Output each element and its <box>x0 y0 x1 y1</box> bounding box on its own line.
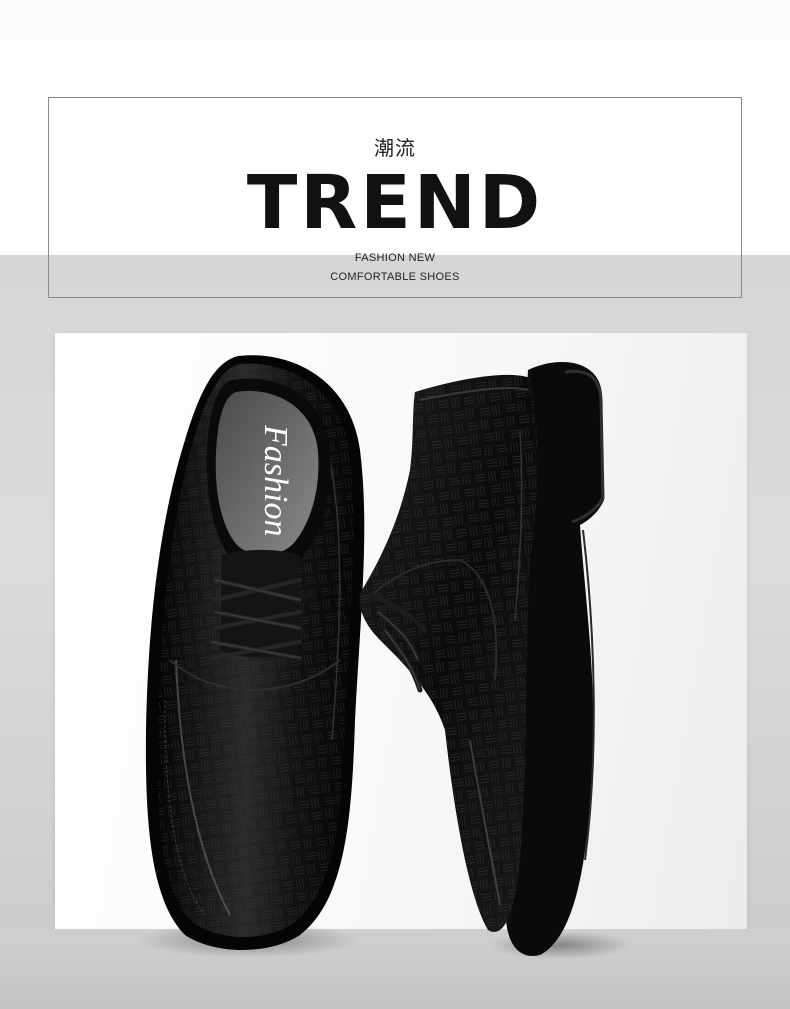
shoes-illustration: Fashion <box>138 355 630 959</box>
right-shoe <box>359 362 630 959</box>
insole-fashion-text: Fashion <box>257 424 294 536</box>
left-shoe: Fashion <box>138 355 365 958</box>
